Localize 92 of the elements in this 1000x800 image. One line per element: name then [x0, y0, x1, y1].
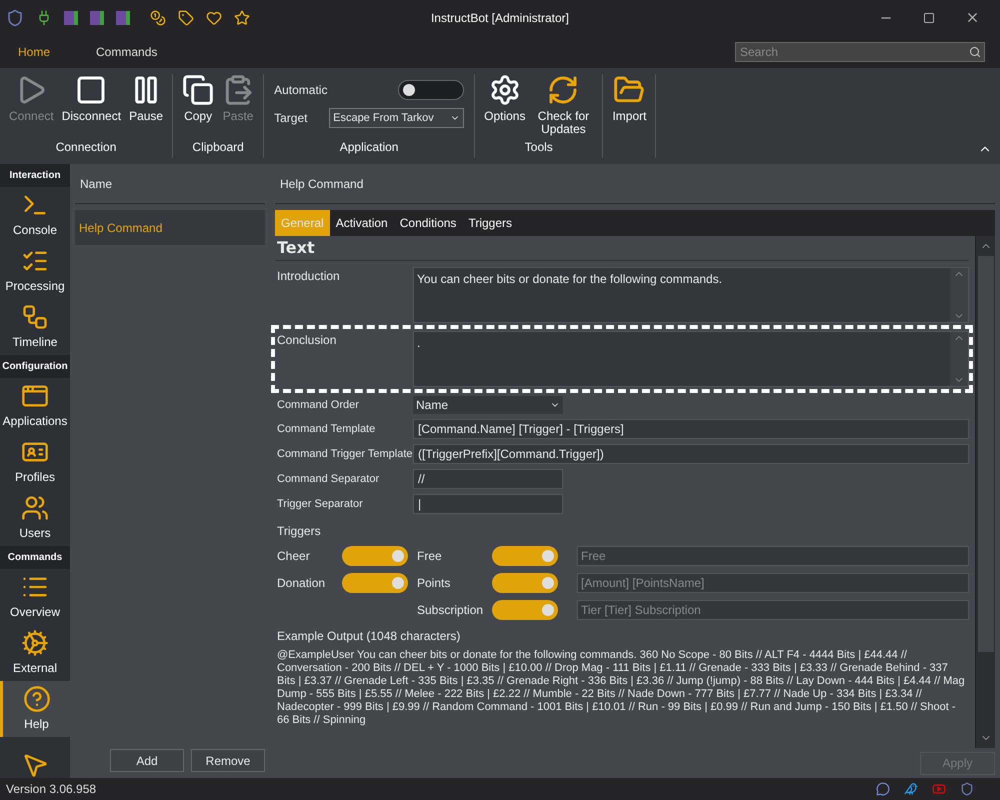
detail-tab[interactable]: Triggers [462, 210, 518, 236]
star-icon[interactable] [234, 10, 250, 26]
gear-icon [21, 629, 49, 657]
input-field[interactable]: | [413, 494, 563, 514]
users-icon [21, 494, 49, 522]
order-dropdown[interactable]: Name [413, 396, 563, 414]
list-item[interactable]: Help Command [75, 210, 265, 245]
example-output-label: Example Output (1048 characters) [276, 628, 462, 645]
chat-icon[interactable] [876, 782, 890, 796]
sidebar-item[interactable]: Timeline [0, 299, 70, 355]
toggle-switch[interactable] [342, 546, 408, 566]
automatic-label: Automatic [274, 82, 328, 99]
sidebar-item[interactable]: Profiles [0, 434, 70, 490]
scrollbar[interactable] [975, 236, 995, 748]
group-label: Tools [524, 139, 554, 156]
input-field[interactable]: [Amount] [PointsName] [577, 573, 969, 593]
sidebar-heading: Interaction [0, 164, 70, 187]
window-title: InstructBot [Administrator] [430, 10, 570, 26]
list-button[interactable]: Add [110, 749, 184, 772]
bird-icon[interactable] [904, 782, 918, 796]
copy-icon [182, 74, 214, 106]
sidebar-item[interactable]: Processing [0, 243, 70, 299]
input-field[interactable]: Tier [Tier] Subscription [577, 600, 969, 620]
group-label: Application [338, 139, 400, 156]
field-label: Command Trigger Template [276, 446, 413, 462]
toggle-switch[interactable] [398, 80, 464, 100]
input-field[interactable]: // [413, 469, 563, 489]
trigger-label: Points [417, 575, 452, 592]
ribbon-button[interactable]: Options [481, 74, 528, 138]
detail-tab[interactable]: Activation [330, 210, 394, 236]
search-icon[interactable] [969, 46, 981, 58]
stop-icon [75, 74, 108, 106]
status-icon[interactable] [90, 10, 104, 24]
maximize-icon[interactable] [923, 12, 935, 24]
ribbon-button[interactable]: Pause [126, 74, 166, 138]
toggle-switch[interactable] [492, 573, 558, 593]
field-label: Command Separator [276, 472, 380, 487]
app-logo-icon[interactable] [960, 782, 974, 796]
field-label: Command Template [276, 422, 376, 437]
sidebar-item[interactable]: Console [0, 187, 70, 243]
trigger-label: Cheer [277, 548, 311, 565]
ribbon-button[interactable]: Check for Updates [530, 74, 596, 138]
field-label: Conclusion [276, 332, 338, 349]
toggle-switch[interactable] [342, 573, 408, 593]
triggers-label: Triggers [276, 523, 322, 540]
ribbon-button[interactable]: Disconnect [58, 74, 124, 138]
input-field[interactable]: ([TriggerPrefix][Command.Trigger]) [413, 444, 969, 464]
trigger-label: Subscription [417, 602, 484, 619]
video-icon[interactable] [932, 782, 946, 796]
status-icon[interactable] [64, 10, 78, 24]
tag-icon[interactable] [178, 10, 194, 26]
sidebar-item[interactable]: Users [0, 490, 70, 546]
field-label: Trigger Separator [276, 496, 364, 512]
input-field[interactable]: [Command.Name] [Trigger] - [Triggers] [413, 419, 969, 439]
heart-icon[interactable] [206, 10, 222, 26]
ribbon-button[interactable]: Import [609, 74, 650, 158]
timeline-icon [21, 303, 49, 331]
trigger-label: Donation [277, 575, 326, 592]
ribbon-tab[interactable]: Commands [88, 42, 166, 60]
coins-icon[interactable] [150, 10, 166, 26]
sidebar-heading: Commands [0, 546, 70, 569]
target-label: Target [274, 110, 308, 127]
detail-tab[interactable]: Conditions [394, 210, 462, 236]
column-header: Name [80, 176, 112, 192]
target-dropdown[interactable]: Escape From Tarkov [329, 108, 464, 128]
sidebar-item[interactable]: Applications [0, 378, 70, 434]
settings-icon [488, 74, 521, 106]
detail-title: Help Command [280, 176, 364, 192]
sidebar-item[interactable]: External [0, 625, 70, 681]
sidebar-heading: Configuration [0, 355, 70, 378]
sidebar-item[interactable]: Overview [0, 569, 70, 625]
sidebar-item[interactable]: Help [0, 681, 70, 737]
status-icon[interactable] [116, 10, 130, 24]
ribbon-tab[interactable]: Home [10, 42, 58, 60]
list-button[interactable]: Remove [191, 749, 265, 772]
group-label: Connection [54, 139, 118, 156]
input-field[interactable]: Free [577, 546, 969, 566]
search-field[interactable]: Search [735, 42, 985, 62]
refresh-icon [547, 74, 580, 106]
version-label: Version 3.06.958 [6, 781, 96, 798]
group-label: Clipboard [191, 139, 245, 156]
section-heading: Text [276, 238, 315, 257]
app-logo-icon[interactable] [6, 8, 24, 26]
ribbon-button[interactable]: Copy [179, 74, 218, 138]
field-label: Introduction [276, 268, 341, 285]
example-output-text: @ExampleUser You can cheer bits or donate for the following commands. 360 No Scope - 80 Bits // ALT F4 - 4444 Bits | £44.44 // Conversation - 200 Bits // DEL + Y - 1000 Bits | £10.00 // Drop Mag - 111 Bits | £1.11 // Grenade - 333 Bits | £3.33 // Grenade Behind - 337 Bits | £3.37 // Grenade Left - 335 Bits | £3.35 // Grenade Right - 336 Bits | £3.36 // Jump (!jump) - 88 Bits // Lay Down - 444 Bits | £4.44 // Mag Dump - 555 Bits | £5.55 // Melee - 222 Bits | £2.22 // Mumble - 22 Bits // Nade Down - 777 Bits | £7.77 // Nade Up - 334 Bits | £3.34 // Nadecopter - 999 Bits | £9.99 // Random Command - 1001 Bits | £10.01 // Run - 99 Bits | £0.99 // Run and Jump - 150 Bits | £1.50 // Shoot - 66 Bits // Spinning [276, 649, 966, 727]
toggle-switch[interactable] [492, 546, 558, 566]
trigger-label: Free [417, 548, 443, 565]
toggle-switch[interactable] [492, 600, 558, 620]
field-label: Command Order [276, 398, 360, 413]
help-icon [22, 685, 50, 713]
close-icon[interactable] [965, 10, 980, 25]
